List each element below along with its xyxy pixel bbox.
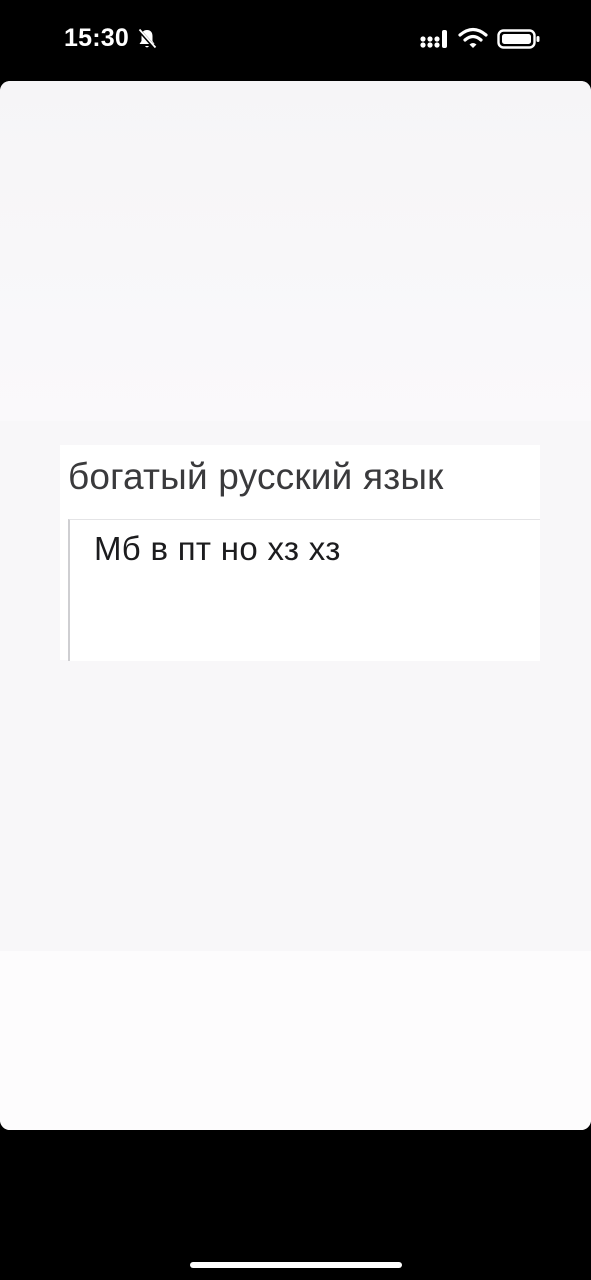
status-time: 15:30 <box>64 24 129 52</box>
status-bar: 15:30 <box>0 0 591 80</box>
meme-heading: богатый русский язык <box>68 456 444 497</box>
bell-muted-icon <box>137 28 157 50</box>
wifi-icon <box>458 27 488 48</box>
signal-icon <box>420 30 447 48</box>
home-indicator[interactable] <box>190 1262 402 1268</box>
answer-text: Мб в пт но хз хз <box>94 530 341 567</box>
battery-icon <box>497 29 540 49</box>
photo-background-lower <box>0 951 591 1130</box>
photo-background <box>0 81 591 421</box>
